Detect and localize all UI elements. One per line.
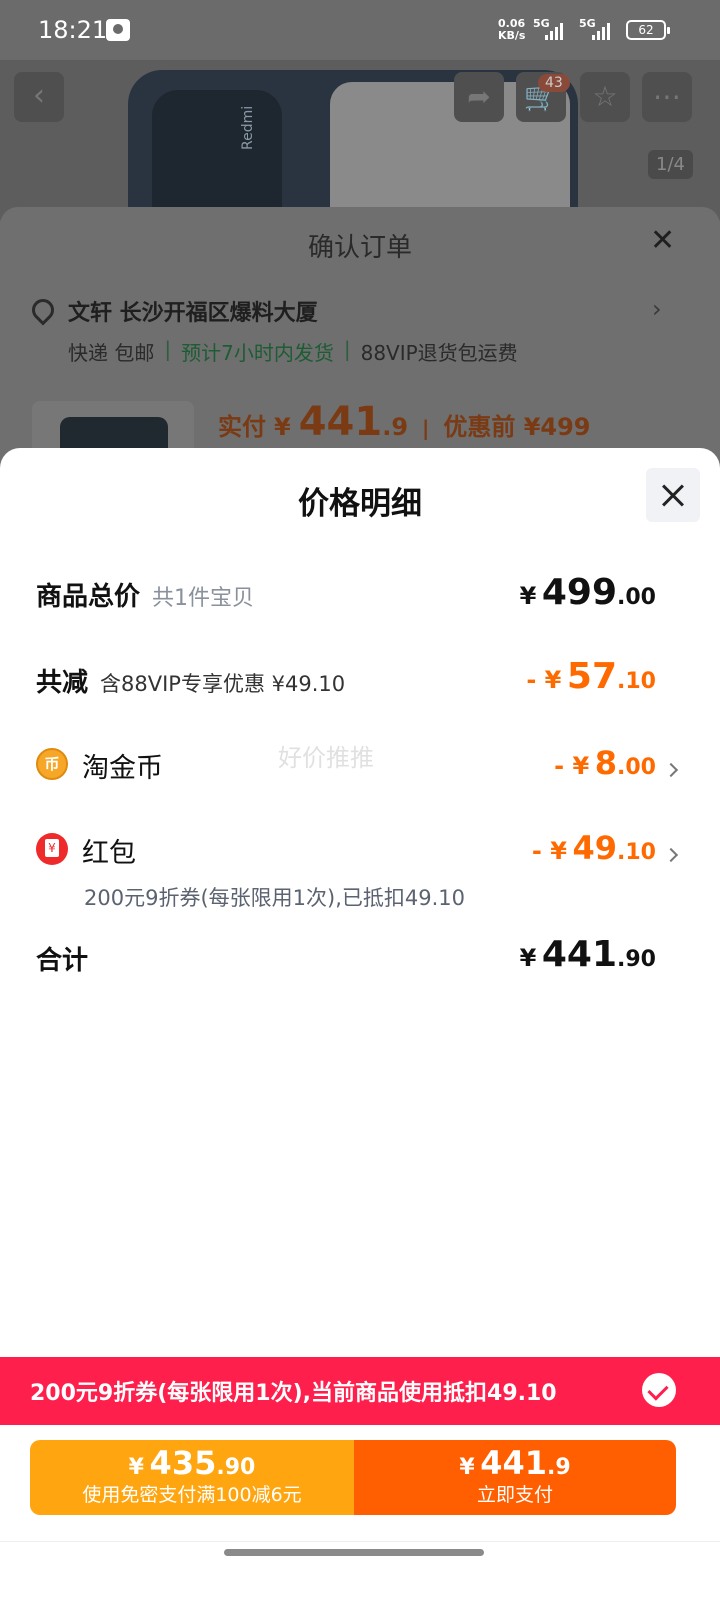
favorite-button[interactable]: ☆	[580, 72, 630, 122]
more-button[interactable]: ⋯	[642, 72, 692, 122]
pay-now-amount: ¥ 441.9	[459, 1444, 571, 1482]
paid-symbol: ¥	[274, 413, 291, 441]
sum-label: 合计	[36, 946, 89, 976]
delivery-info: 快递 包邮 | 预计7小时内发货 | 88VIP退货包运费	[68, 337, 518, 365]
item-count: 共1件宝贝	[152, 586, 255, 611]
discount-label: 共减	[36, 668, 89, 698]
discount-row: 共减 含88VIP专享优惠 ¥49.10 - ¥ 57.10	[36, 656, 676, 699]
payment-bar: ¥ 435.90 使用免密支付满100减6元 ¥ 441.9 立即支付	[0, 1425, 720, 1600]
battery-icon: 62	[626, 20, 670, 40]
password-free-pay-amount: ¥ 435.90	[128, 1444, 256, 1482]
check-circle-icon[interactable]	[642, 1373, 676, 1407]
network-speed: 0.06 KB/s	[498, 17, 526, 42]
taojinbi-amount[interactable]: - ¥ 8.00	[554, 744, 679, 782]
paid-label: 实付	[218, 413, 266, 441]
total-row: 商品总价 共1件宝贝 ¥ 499.00	[36, 572, 676, 613]
paid-int: 441	[298, 399, 383, 445]
taojinbi-label: 淘金币	[82, 753, 163, 784]
delivery-method: 快递 包邮	[68, 341, 155, 365]
red-packet-icon	[36, 833, 68, 865]
sum-price: ¥ 441.90	[519, 934, 656, 975]
close-button[interactable]	[646, 468, 700, 522]
discount-amount: - ¥ 57.10	[526, 656, 656, 697]
taojinbi-row[interactable]: 币 淘金币 - ¥ 8.00	[36, 744, 679, 786]
coupon-applied-text: 200元9折券(每张限用1次),当前商品使用抵扣49.10	[30, 1381, 557, 1406]
chevron-right-icon	[663, 847, 679, 862]
order-title: 确认订单	[307, 233, 412, 263]
paid-dec: .9	[382, 413, 409, 441]
total-label: 商品总价	[36, 582, 141, 612]
order-close-button[interactable]: ✕	[650, 223, 675, 258]
total-price: ¥ 499.00	[519, 572, 656, 613]
chevron-right-icon[interactable]: ›	[652, 295, 662, 323]
hongbao-amount[interactable]: - ¥ 49.10	[532, 829, 679, 867]
status-time: 18:21	[38, 16, 108, 44]
product-image-area: Redmi ‹ ➦ 🛒 43 ☆ ⋯ 1/4	[0, 60, 720, 220]
pay-now-label: 立即支付	[476, 1484, 553, 1506]
status-bar: 18:21 0.06 KB/s 5G 5G 62	[0, 0, 720, 60]
pay-now-button[interactable]: ¥ 441.9 立即支付	[354, 1440, 676, 1515]
divider	[0, 1541, 720, 1542]
password-free-pay-button[interactable]: ¥ 435.90 使用免密支付满100减6元	[30, 1440, 354, 1515]
location-pin-icon	[27, 294, 59, 326]
gold-coin-icon: 币	[36, 748, 68, 780]
back-button[interactable]: ‹	[14, 72, 64, 122]
hongbao-coupon-desc: 200元9折券(每张限用1次),已抵扣49.10	[84, 886, 465, 910]
hongbao-label: 红包	[82, 838, 136, 869]
signal-icon	[545, 22, 563, 40]
paid-summary: 实付 ¥ 441.9 | 优惠前 ¥499	[218, 399, 591, 445]
signal-icon-2	[592, 22, 610, 40]
share-button[interactable]: ➦	[454, 72, 504, 122]
password-free-pay-label: 使用免密支付满100减6元	[82, 1484, 302, 1506]
coupon-applied-bar[interactable]: 200元9折券(每张限用1次),当前商品使用抵扣49.10	[0, 1357, 720, 1425]
app-notification-icon	[106, 19, 130, 41]
vip-discount-note: 含88VIP专享优惠 ¥49.10	[100, 672, 346, 696]
phone-brand-text: Redmi	[240, 105, 256, 150]
home-indicator[interactable]	[224, 1549, 484, 1556]
phone-camera-module	[152, 90, 282, 220]
hongbao-row[interactable]: 红包 - ¥ 49.10	[36, 829, 679, 871]
return-service: 88VIP退货包运费	[360, 341, 518, 365]
shipping-address[interactable]: 文轩 长沙开福区爆料大厦	[68, 295, 318, 327]
chevron-right-icon	[663, 762, 679, 777]
image-counter: 1/4	[648, 150, 693, 179]
delivery-estimate: 预计7小时内发货	[181, 341, 334, 365]
price-detail-title: 价格明细	[298, 486, 422, 522]
before-discount-price: 优惠前 ¥499	[443, 413, 591, 441]
sum-row: 合计 ¥ 441.90	[36, 934, 676, 977]
cart-count-badge: 43	[538, 74, 570, 92]
confirm-order-sheet: 确认订单 ✕ 文轩 长沙开福区爆料大厦 › 快递 包邮 | 预计7小时内发货 |…	[0, 207, 720, 477]
